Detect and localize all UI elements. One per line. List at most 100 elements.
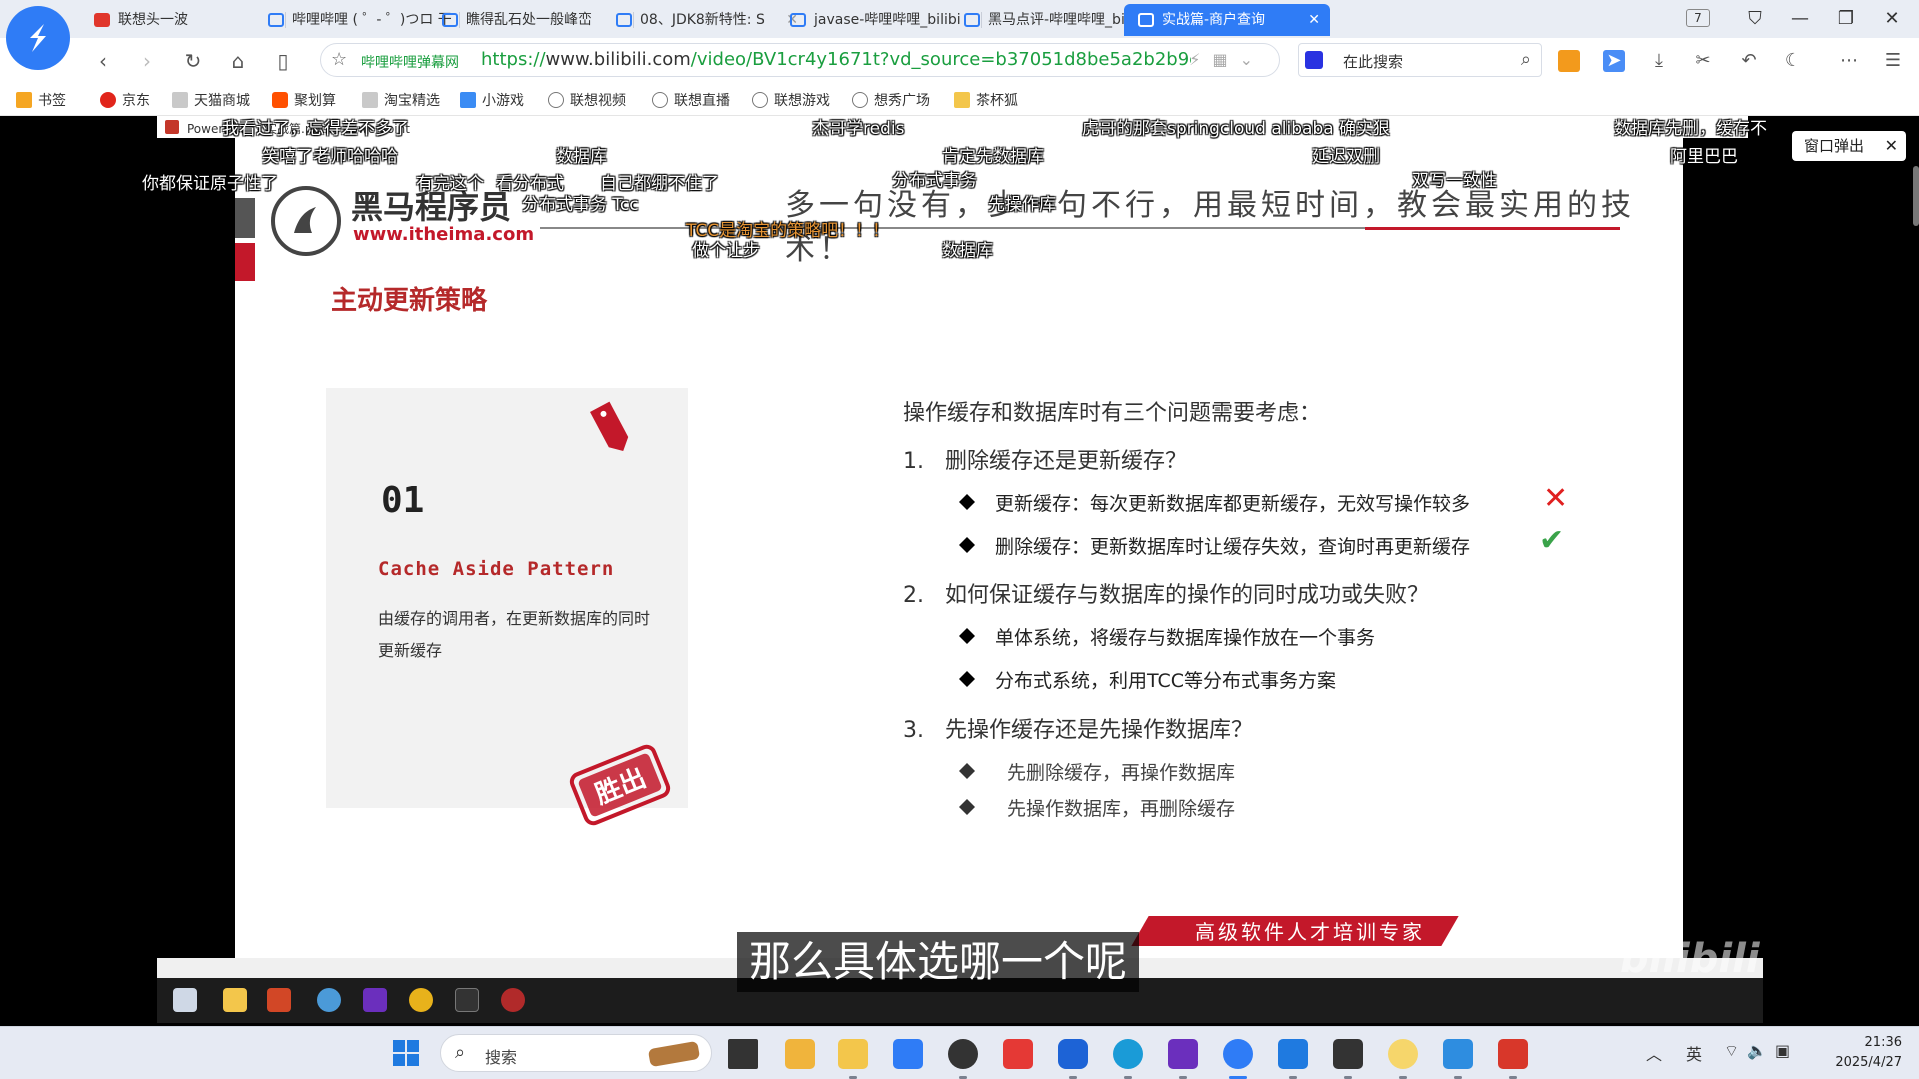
task-view-icon[interactable] — [728, 1039, 758, 1069]
bullet-db-first: 先操作数据库，再删除缓存 — [959, 794, 1235, 821]
danmaku: 杰哥学redis — [812, 119, 905, 139]
menu-icon[interactable]: ☰ — [1882, 50, 1904, 72]
bookmark-games[interactable]: 小游戏 — [460, 90, 524, 110]
lenovo-icon[interactable] — [1058, 1039, 1088, 1079]
reader-icon[interactable]: ▯ — [268, 46, 298, 76]
moon-icon[interactable]: ☾ — [1782, 50, 1804, 72]
bookmark-folder[interactable]: 茶杯狐 — [954, 90, 1018, 110]
bullet-delete-cache: 删除缓存：更新数据库时让缓存失效，查询时再更新缓存 — [959, 532, 1470, 559]
home-icon[interactable]: ⌂ — [223, 46, 253, 76]
clock-time: 21:36 — [1864, 1035, 1902, 1050]
address-bar[interactable]: ☆ 哔哩哔哩弹幕网 https://www.bilibili.com/video… — [320, 43, 1280, 77]
danmaku: 数据库先删，缓存不 — [1614, 119, 1767, 139]
maximize-icon[interactable]: ❐ — [1826, 4, 1866, 34]
bookmark-star[interactable]: 书签 — [16, 90, 66, 110]
check-icon: ✔ — [1539, 523, 1565, 558]
more-icon[interactable]: ⋯ — [1838, 50, 1860, 72]
close-icon[interactable]: ✕ — [1308, 4, 1320, 36]
intellij-icon[interactable] — [1168, 1039, 1198, 1079]
danmaku: 延迟双删 — [1312, 147, 1380, 167]
chevron-up-icon[interactable]: ︿ — [1646, 1041, 1662, 1065]
footer-slogan: 高级软件人才培训专家 — [1195, 920, 1425, 944]
video-subtitle: 那么具体选哪一个呢 — [737, 932, 1140, 992]
globe-icon — [752, 92, 768, 108]
tab-active[interactable]: 实战篇-商户查询 ✕ — [1124, 4, 1330, 36]
widget-icon[interactable] — [785, 1039, 815, 1069]
windows-start-icon[interactable] — [392, 1039, 420, 1067]
danmaku: 分布式事务 — [892, 171, 977, 191]
popout-window-button[interactable]: 窗口弹出 ✕ — [1792, 131, 1906, 161]
bullet-monolith: 单体系统，将缓存与数据库操作放在一个事务 — [959, 623, 1375, 650]
address-actions[interactable]: ⚡▦⌄ — [1189, 50, 1265, 69]
notes-icon[interactable] — [1388, 1039, 1418, 1079]
forward-icon[interactable]: › — [132, 46, 162, 76]
bookmark-tmall[interactable]: 天猫商城 — [172, 90, 250, 110]
bookmark-lenovo-live[interactable]: 联想直播 — [652, 90, 730, 110]
search-box[interactable]: 在此搜索 ⌕ — [1298, 43, 1542, 77]
tray-icons[interactable]: ⌔🔈▣ — [1724, 1041, 1798, 1061]
url-text[interactable]: https://www.bilibili.com/video/BV1cr4y16… — [481, 49, 1191, 70]
minimize-icon[interactable]: — — [1780, 4, 1820, 34]
clock-date: 2025/4/27 — [1835, 1055, 1902, 1070]
bilibili-tv-icon — [616, 13, 632, 27]
browser-logo-icon[interactable] — [6, 6, 70, 70]
close-icon[interactable]: ✕ — [1885, 131, 1898, 161]
bookmark-lenovo-games[interactable]: 联想游戏 — [752, 90, 830, 110]
search-input[interactable]: 在此搜索 — [1343, 51, 1403, 72]
clock[interactable]: 21:36 2025/4/27 — [1832, 1033, 1902, 1073]
terminal-icon[interactable] — [1333, 1039, 1363, 1079]
extension-icon[interactable] — [1558, 50, 1580, 72]
danmaku: 双写一致性 — [1412, 171, 1497, 191]
bilibili-tv-icon — [1138, 13, 1154, 27]
taskbar-search[interactable]: ⌕ 搜索 — [440, 1034, 712, 1072]
bullet-distributed: 分布式系统，利用TCC等分布式事务方案 — [959, 666, 1336, 693]
notepad-icon[interactable] — [1443, 1039, 1473, 1079]
search-icon[interactable]: ⌕ — [1521, 49, 1531, 70]
danmaku: 肯定先数据库 — [942, 147, 1044, 167]
wps-icon[interactable] — [1003, 1039, 1033, 1069]
redis-icon[interactable] — [1498, 1039, 1528, 1079]
close-window-icon[interactable]: ✕ — [1872, 4, 1912, 34]
tab-count-badge[interactable]: 7 — [1686, 9, 1710, 27]
tab-title: 08、JDK8新特性: S — [640, 12, 765, 28]
store-icon[interactable] — [893, 1039, 923, 1069]
video-player[interactable]: PowerPoint - 实战篇.pptx - PowerPoint 黑马程序员… — [0, 116, 1919, 1026]
file-explorer-icon[interactable] — [838, 1039, 868, 1079]
diamond-bullet-icon — [959, 799, 975, 815]
reload-icon[interactable]: ↻ — [178, 46, 208, 76]
bookmark-juhuasuan[interactable]: 聚划算 — [272, 90, 336, 110]
tab-title: javase-哔哩哔哩_bilibi — [814, 12, 961, 28]
edge-icon[interactable] — [1113, 1039, 1143, 1079]
bookmark-jd[interactable]: 京东 — [100, 90, 150, 110]
scissors-icon[interactable]: ✂ — [1692, 50, 1714, 72]
wechat-icon[interactable] — [948, 1039, 978, 1079]
tab-title: 联想头一波 — [118, 12, 188, 28]
globe-icon — [652, 92, 668, 108]
folder-icon — [954, 92, 970, 108]
download-icon[interactable]: ⤓ — [1648, 50, 1670, 72]
bookmark-xiangxiu[interactable]: 想秀广场 — [852, 90, 930, 110]
baidu-icon[interactable] — [1305, 51, 1323, 69]
vscode-icon[interactable] — [1278, 1039, 1308, 1079]
undo-icon[interactable]: ↶ — [1738, 50, 1760, 72]
tab-title: 瞧得乱石处一般峰峦 — [466, 12, 592, 28]
browser-tab-bar: 联想头一波 哔哩哔哩 ( ゜- ゜)つロ 干 瞧得乱石处一般峰峦 08、JDK8… — [0, 0, 1919, 38]
danmaku: 数据库 — [556, 147, 607, 167]
terminal-icon — [455, 988, 479, 1012]
scrollbar[interactable] — [1913, 166, 1919, 226]
bookmark-taobao[interactable]: 淘宝精选 — [362, 90, 440, 110]
back-icon[interactable]: ‹ — [88, 46, 118, 76]
danmaku: 先操作库 — [988, 195, 1056, 215]
send-icon[interactable]: ➤ — [1603, 50, 1625, 72]
browser-icon[interactable] — [1223, 1039, 1253, 1079]
itheima-logo-icon — [271, 186, 341, 256]
diamond-bullet-icon — [959, 671, 975, 687]
bookmark-lenovo-video[interactable]: 联想视频 — [548, 90, 626, 110]
ime-indicator[interactable]: 英 — [1686, 1041, 1702, 1065]
bilibili-tv-icon — [268, 13, 284, 27]
star-icon[interactable]: ☆ — [331, 49, 347, 70]
ppt-slide: 黑马程序员 www.itheima.com 多一句没有，少一句不行，用最短时间，… — [235, 138, 1683, 966]
site-label: 哔哩哔哩弹幕网 — [361, 55, 459, 71]
diamond-bullet-icon — [959, 628, 975, 644]
shirt-icon[interactable]: ⛉ — [1735, 4, 1775, 34]
